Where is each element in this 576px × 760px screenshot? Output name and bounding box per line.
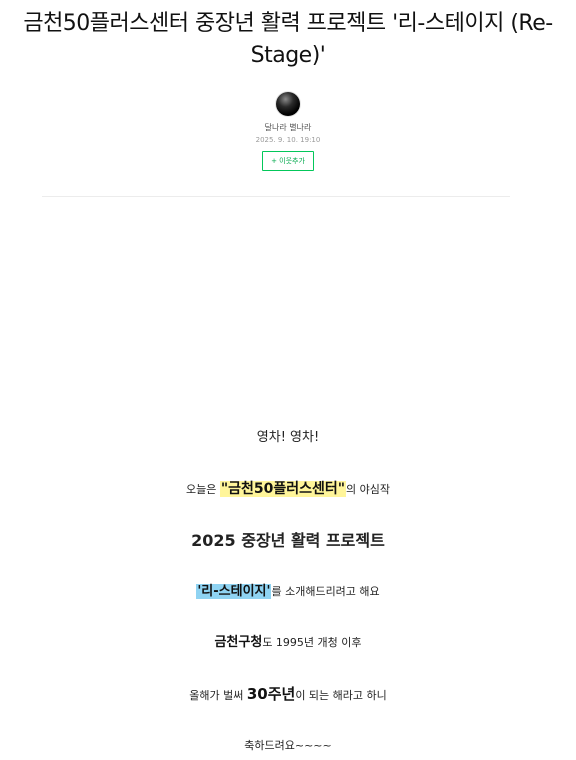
paragraph-1: 영차! 영차! <box>20 426 556 450</box>
paragraph-2: 오늘은 "금천50플러스센터"의 야심작 <box>20 477 556 502</box>
post-date: 2025. 9. 10. 19:10 <box>255 136 321 144</box>
blog-post-page: 금천50플러스센터 중장년 활력 프로젝트 '리-스테이지 (Re-Stage)… <box>0 0 576 760</box>
paragraph-6: 올해가 벌써 30주년이 되는 해라고 하니 <box>20 682 556 708</box>
paragraph-6-strong: 30주년 <box>246 685 296 703</box>
center-name-highlight: "금천50플러스센터" <box>219 481 347 497</box>
header-divider <box>42 196 510 197</box>
avatar[interactable] <box>276 92 300 116</box>
paragraph-7-text: 축하드려요~~~~ <box>244 739 332 752</box>
paragraph-2-prefix: 오늘은 <box>185 483 220 496</box>
paragraph-2-suffix: 의 야심작 <box>346 483 391 496</box>
author-name[interactable]: 달나라 별나라 <box>0 122 576 133</box>
paragraph-6-suffix: 이 되는 해라고 하니 <box>295 689 387 702</box>
post-title: 금천50플러스센터 중장년 활력 프로젝트 '리-스테이지 (Re-Stage)… <box>23 11 553 68</box>
paragraph-3-text: 2025 중장년 활력 프로젝트 <box>191 531 385 550</box>
program-name-highlight: '리-스테이지' <box>196 584 272 599</box>
paragraph-5-rest: 도 1995년 개청 이후 <box>262 636 362 649</box>
add-neighbor-button[interactable]: + 이웃추가 <box>262 151 314 171</box>
paragraph-3: 2025 중장년 활력 프로젝트 <box>20 529 556 553</box>
paragraph-5: 금천구청도 1995년 개청 이후 <box>20 631 556 655</box>
paragraph-4-suffix: 를 소개해드리려고 해요 <box>271 585 380 598</box>
paragraph-4: '리-스테이지'를 소개해드리려고 해요 <box>20 580 556 604</box>
paragraph-5-strong: 금천구청 <box>214 635 263 650</box>
paragraph-7: 축하드려요~~~~ <box>20 734 556 758</box>
author-block: 달나라 별나라 2025. 9. 10. 19:10 + 이웃추가 <box>0 92 576 171</box>
post-body: 영차! 영차! 오늘은 "금천50플러스센터"의 야심작 2025 중장년 활력… <box>20 426 556 758</box>
paragraph-6-prefix: 올해가 벌써 <box>189 689 247 702</box>
paragraph-1-text: 영차! 영차! <box>256 430 320 445</box>
media-placeholder <box>42 200 510 412</box>
